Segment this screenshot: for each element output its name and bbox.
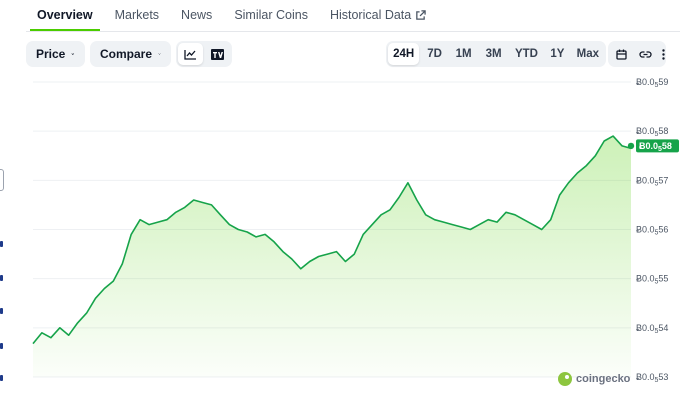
range-label: 7D xyxy=(427,48,442,60)
chart-style-toggle xyxy=(176,41,232,67)
coin-tabs: Overview Markets News Similar Coins Hist… xyxy=(26,0,680,31)
range-7d[interactable]: 7D xyxy=(421,43,448,65)
tab-label: Similar Coins xyxy=(234,8,308,22)
more-button[interactable] xyxy=(658,43,668,65)
y-axis-labels: Ƀ0.0559 Ƀ0.0558 Ƀ0.0557 Ƀ0.0556 Ƀ0.0555 Ƀ0.05… xyxy=(636,77,668,384)
y-tick-label: Ƀ0.0558 xyxy=(636,126,668,138)
y-tick-label: Ƀ0.0553 xyxy=(636,372,668,384)
range-label: 3M xyxy=(485,48,502,60)
line-chart-button[interactable] xyxy=(178,43,203,65)
calendar-button[interactable] xyxy=(610,43,632,65)
tab-label: Markets xyxy=(114,8,160,22)
calendar-icon xyxy=(615,49,627,60)
compare-dropdown-label: Compare xyxy=(100,47,153,61)
price-dropdown[interactable]: Price xyxy=(26,41,85,67)
range-ytd[interactable]: YTD xyxy=(510,43,543,65)
tab-label: Historical Data xyxy=(329,8,412,22)
watermark-text: coingecko xyxy=(576,373,631,385)
price-area-fill xyxy=(33,136,631,377)
range-max[interactable]: Max xyxy=(572,43,604,65)
y-tick-label: Ƀ0.0559 xyxy=(636,77,668,89)
range-1m[interactable]: 1M xyxy=(450,43,477,65)
range-label: 1Y xyxy=(550,48,565,60)
more-icon xyxy=(661,48,665,60)
tab-markets[interactable]: Markets xyxy=(104,0,170,31)
y-tick-label: Ƀ0.0556 xyxy=(636,225,668,237)
range-label: Max xyxy=(576,48,600,60)
coingecko-watermark: coingecko xyxy=(558,372,630,386)
tradingview-button[interactable] xyxy=(205,43,230,65)
range-label: YTD xyxy=(514,48,538,60)
link-icon xyxy=(638,50,652,58)
range-1y[interactable]: 1Y xyxy=(545,43,570,65)
last-price-badge: Ƀ0.0558 xyxy=(636,139,679,153)
y-tick-label: Ƀ0.0557 xyxy=(636,175,668,187)
line-chart-icon xyxy=(184,49,196,60)
chevron-down-icon xyxy=(158,53,161,55)
compare-dropdown[interactable]: Compare xyxy=(90,41,171,67)
tab-historical-data[interactable]: Historical Data xyxy=(319,0,437,31)
range-label: 24H xyxy=(393,48,415,60)
tradingview-icon xyxy=(211,48,224,60)
y-tick-label: Ƀ0.0555 xyxy=(636,274,668,286)
time-range-selector: 24H 7D 1M 3M YTD 1Y Max xyxy=(386,41,606,67)
chart-toolbar: Price Compare 24H 7D 1M 3M YTD 1Y Max xyxy=(26,41,666,67)
coingecko-logo-icon xyxy=(558,372,572,386)
tabs-divider xyxy=(26,31,680,32)
external-link-icon xyxy=(416,10,426,20)
tab-label: News xyxy=(181,8,213,22)
range-24h[interactable]: 24H xyxy=(388,43,420,65)
chevron-down-icon xyxy=(71,53,75,55)
tab-overview[interactable]: Overview xyxy=(26,0,104,31)
range-3m[interactable]: 3M xyxy=(479,43,507,65)
chart-actions xyxy=(608,41,666,67)
tab-similar-coins[interactable]: Similar Coins xyxy=(223,0,319,31)
price-dropdown-label: Price xyxy=(36,47,66,61)
y-tick-label: Ƀ0.0554 xyxy=(636,323,668,335)
link-button[interactable] xyxy=(634,43,656,65)
price-chart[interactable]: Ƀ0.0558 Ƀ0.0559Ƀ0.0558Ƀ0.0557Ƀ0.0556Ƀ0.0… xyxy=(0,72,680,411)
tab-label: Overview xyxy=(37,8,93,22)
tab-news[interactable]: News xyxy=(170,0,223,31)
range-label: 1M xyxy=(455,48,472,60)
last-price-dot xyxy=(627,142,635,150)
